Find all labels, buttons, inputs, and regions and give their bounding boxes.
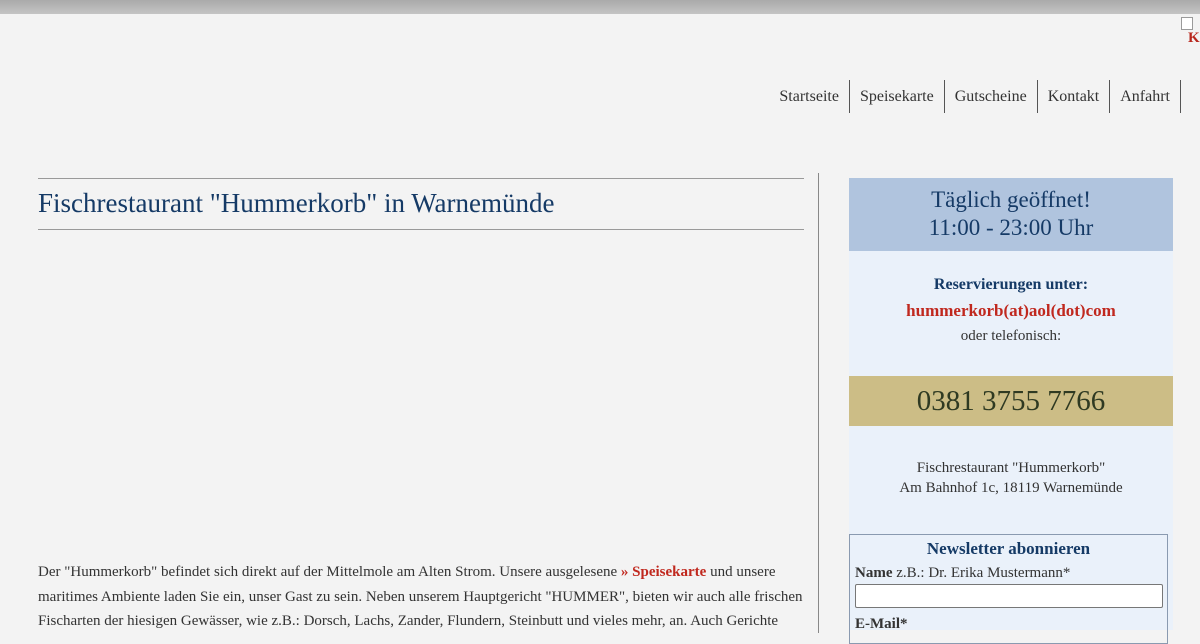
column-divider	[818, 173, 819, 633]
sidebar: Täglich geöffnet! 11:00 - 23:00 Uhr Rese…	[849, 178, 1173, 644]
reservation-email-link[interactable]: hummerkorb(at)aol(dot)com	[849, 301, 1173, 321]
browser-top-bar	[0, 0, 1200, 14]
nav-item-kontakt[interactable]: Kontakt	[1038, 80, 1111, 113]
intro-text-start: Der "Hummerkorb" befindet sich direkt au…	[38, 564, 621, 580]
nav-item-startseite[interactable]: Startseite	[769, 80, 850, 113]
phone-number[interactable]: 0381 3755 7766	[849, 376, 1173, 426]
main-content: Fischrestaurant "Hummerkorb" in Warnemün…	[38, 178, 804, 230]
restaurant-address: Fischrestaurant "Hummerkorb" Am Bahnhof …	[849, 458, 1173, 498]
name-label: Name	[855, 565, 893, 581]
newsletter-form: Newsletter abonnieren Name z.B.: Dr. Eri…	[849, 534, 1168, 644]
opening-hours-heading: Täglich geöffnet!	[931, 187, 1091, 212]
address-name: Fischrestaurant "Hummerkorb"	[916, 460, 1106, 476]
intro-paragraph: Der "Hummerkorb" befindet sich direkt au…	[38, 560, 808, 634]
header-image-alt-text: K	[1188, 30, 1200, 46]
reservation-phone-label: oder telefonisch:	[960, 328, 1062, 344]
newsletter-title: Newsletter abonnieren	[926, 539, 1091, 558]
speisekarte-link[interactable]: » Speisekarte	[621, 564, 706, 580]
name-hint: z.B.: Dr. Erika Mustermann*	[892, 565, 1071, 581]
nav-item-gutscheine[interactable]: Gutscheine	[945, 80, 1038, 113]
page-title: Fischrestaurant "Hummerkorb" in Warnemün…	[38, 179, 804, 230]
header-image: K	[1180, 16, 1200, 46]
broken-image-icon	[1181, 17, 1193, 30]
address-street: Am Bahnhof 1c, 18119 Warnemünde	[899, 480, 1123, 496]
nav-item-speisekarte[interactable]: Speisekarte	[850, 80, 945, 113]
main-navigation: Startseite Speisekarte Gutscheine Kontak…	[769, 80, 1181, 113]
reservation-label: Reservierungen unter:	[933, 276, 1089, 293]
opening-hours-time: 11:00 - 23:00 Uhr	[928, 215, 1094, 240]
name-field-label: Name z.B.: Dr. Erika Mustermann*	[855, 565, 1162, 582]
opening-hours-box: Täglich geöffnet! 11:00 - 23:00 Uhr	[849, 178, 1173, 251]
email-field-label: E-Mail*	[855, 616, 1162, 633]
newsletter-name-input[interactable]	[855, 584, 1163, 608]
nav-item-anfahrt[interactable]: Anfahrt	[1110, 80, 1181, 113]
